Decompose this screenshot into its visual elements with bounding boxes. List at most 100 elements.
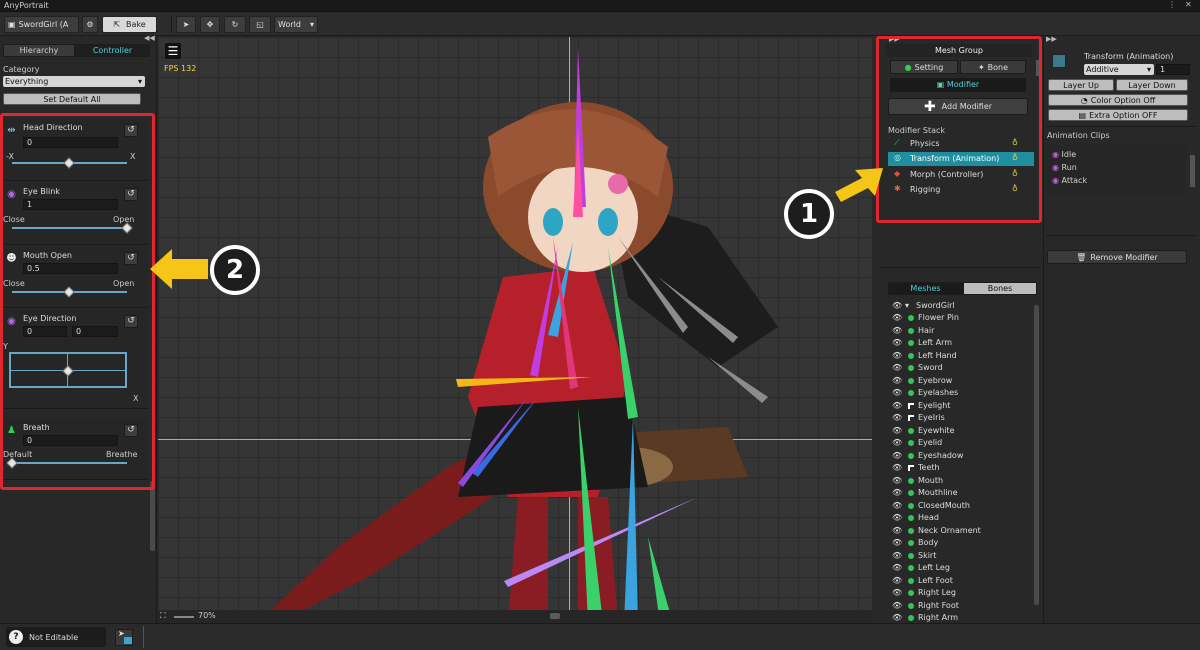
list-item[interactable]: 👁 Skirt	[880, 550, 1030, 562]
extra-option-button[interactable]: ▤ Extra Option OFF	[1048, 109, 1188, 121]
help-icon[interactable]: ?	[9, 630, 23, 644]
mesh-name: Eyelashes	[918, 388, 959, 397]
eye-icon[interactable]: 👁	[892, 512, 902, 524]
list-item[interactable]: 👁 Teeth	[880, 462, 1030, 474]
zoom-slider[interactable]	[174, 616, 194, 618]
layer-up-button[interactable]: Layer Up	[1048, 79, 1114, 91]
remove-modifier-button[interactable]: 🗑 Remove Modifier	[1047, 250, 1187, 264]
eye-icon[interactable]: 👁	[892, 400, 902, 412]
list-item[interactable]: 👁 Mouth	[880, 475, 1030, 487]
list-item[interactable]: 👁 Neck Ornament	[880, 525, 1030, 537]
list-item[interactable]: 👁 ClosedMouth	[880, 500, 1030, 512]
eye-icon[interactable]: 👁	[892, 412, 902, 424]
move-tool-icon[interactable]: ✥	[200, 16, 220, 33]
canvas-viewport[interactable]: ☰ FPS 132 ⛶ 70%	[158, 37, 872, 623]
weight-field[interactable]: 1	[1156, 64, 1190, 75]
eye-icon[interactable]: 👁	[892, 600, 902, 612]
tab-controller[interactable]: Controller	[75, 44, 150, 57]
list-item[interactable]: 👁 Mouthline	[880, 487, 1030, 499]
eye-icon[interactable]: 👁	[892, 375, 902, 387]
clip-icon: ◉	[1052, 163, 1062, 172]
menu-icon[interactable]: ☰	[165, 43, 181, 59]
mesh-name: Eyebrow	[918, 375, 953, 385]
eye-icon[interactable]: 👁	[892, 500, 902, 512]
left-scrollbar[interactable]	[150, 481, 155, 551]
mesh-list-scrollbar[interactable]	[1034, 305, 1039, 605]
color-option-button[interactable]: ◔ Color Option Off	[1048, 94, 1188, 106]
list-item[interactable]: 👁 Body	[880, 537, 1030, 549]
list-item[interactable]: 👁 Head	[880, 512, 1030, 524]
list-item[interactable]: 👁 Right Leg	[880, 587, 1030, 599]
list-item[interactable]: 👁 Left Hand	[880, 350, 1030, 362]
list-item[interactable]: 👁 Right Foot	[880, 600, 1030, 612]
rotate-tool-icon[interactable]: ↻	[224, 16, 246, 33]
category-dropdown[interactable]: Everything ▾	[3, 76, 145, 87]
collapse-right-icon[interactable]: ▶▶	[1046, 35, 1057, 43]
clip-item[interactable]: ◉ Attack	[1052, 176, 1172, 188]
list-item[interactable]: 👁 Eyeshadow	[880, 450, 1030, 462]
collapse-left-icon[interactable]: ◀◀	[144, 34, 155, 42]
list-item[interactable]: 👁 Eyelashes	[880, 387, 1030, 399]
select-tool-icon[interactable]: ➤	[176, 16, 196, 33]
eye-icon[interactable]: 👁	[892, 337, 902, 349]
fit-icon[interactable]: ⛶	[160, 611, 166, 621]
set-default-all-button[interactable]: Set Default All	[3, 93, 141, 105]
mesh-name: Mouthline	[918, 488, 958, 497]
mesh-icon	[908, 402, 914, 409]
list-item[interactable]: 👁 Hair	[880, 325, 1030, 337]
divider	[1046, 235, 1196, 236]
eye-icon[interactable]: 👁	[892, 362, 902, 374]
eye-icon[interactable]: 👁	[892, 525, 902, 537]
eye-icon[interactable]: 👁	[892, 312, 902, 324]
tab-meshes[interactable]: Meshes	[888, 282, 963, 295]
eye-icon[interactable]: 👁	[892, 537, 902, 549]
list-item[interactable]: 👁 Eyelight	[880, 400, 1030, 412]
clips-scrollbar[interactable]	[1190, 155, 1195, 187]
eye-icon[interactable]: 👁	[892, 450, 902, 462]
eye-icon[interactable]: 👁	[892, 437, 902, 449]
blend-mode-dropdown[interactable]: Additive ▾	[1084, 64, 1154, 75]
tab-bones[interactable]: Bones	[963, 282, 1037, 295]
list-item-root[interactable]: 👁 ▾ SwordGirl	[880, 300, 1030, 312]
list-item[interactable]: 👁 Eyewhite	[880, 425, 1030, 437]
list-item[interactable]: 👁 Right Arm	[880, 612, 1030, 623]
eye-icon[interactable]: 👁	[892, 350, 902, 362]
list-item[interactable]: 👁 Flower Pin	[880, 312, 1030, 324]
eye-icon[interactable]: 👁	[892, 462, 902, 474]
eye-icon[interactable]: 👁	[892, 562, 902, 574]
list-item[interactable]: 👁 Eyelid	[880, 437, 1030, 449]
eye-icon[interactable]: 👁	[892, 475, 902, 487]
edit-mode-icon[interactable]: ➤	[115, 629, 133, 646]
tab-hierarchy[interactable]: Hierarchy	[3, 44, 75, 57]
list-item[interactable]: 👁 Left Foot	[880, 575, 1030, 587]
eye-icon[interactable]: 👁	[892, 487, 902, 499]
animation-clips-label: Animation Clips	[1047, 131, 1110, 140]
eye-icon[interactable]: 👁	[892, 387, 902, 399]
mesh-name: Left Arm	[918, 338, 953, 347]
list-item[interactable]: 👁 EyeIris	[880, 412, 1030, 424]
clip-item[interactable]: ◉ Idle	[1052, 150, 1172, 162]
clip-item[interactable]: ◉ Run	[1052, 163, 1172, 175]
chevron-down-icon[interactable]: ▾	[905, 300, 909, 312]
eye-icon[interactable]: 👁	[892, 612, 902, 623]
list-item[interactable]: 👁 Left Arm	[880, 337, 1030, 349]
eye-icon[interactable]: 👁	[892, 300, 902, 312]
coord-space-dropdown[interactable]: World ▾	[274, 16, 318, 33]
eye-icon[interactable]: 👁	[892, 587, 902, 599]
layer-down-button[interactable]: Layer Down	[1116, 79, 1188, 91]
eye-icon[interactable]: 👁	[892, 575, 902, 587]
close-icon[interactable]: ✕	[1185, 0, 1192, 9]
portrait-selector[interactable]: ▣ SwordGirl (A	[4, 16, 79, 33]
eye-icon[interactable]: 👁	[892, 325, 902, 337]
chevron-down-icon: ▾	[137, 77, 142, 86]
list-item[interactable]: 👁 Sword	[880, 362, 1030, 374]
bake-button[interactable]: ⇱ Bake	[102, 16, 157, 33]
horizontal-scrollbar[interactable]	[550, 613, 560, 619]
eye-icon[interactable]: 👁	[892, 550, 902, 562]
list-item[interactable]: 👁 Left Leg	[880, 562, 1030, 574]
list-item[interactable]: 👁 Eyebrow	[880, 375, 1030, 387]
eye-icon[interactable]: 👁	[892, 425, 902, 437]
settings-gear-icon[interactable]: ⚙	[82, 16, 98, 33]
scale-tool-icon[interactable]: ◱	[249, 16, 271, 33]
more-icon[interactable]: ⋮	[1168, 0, 1176, 9]
